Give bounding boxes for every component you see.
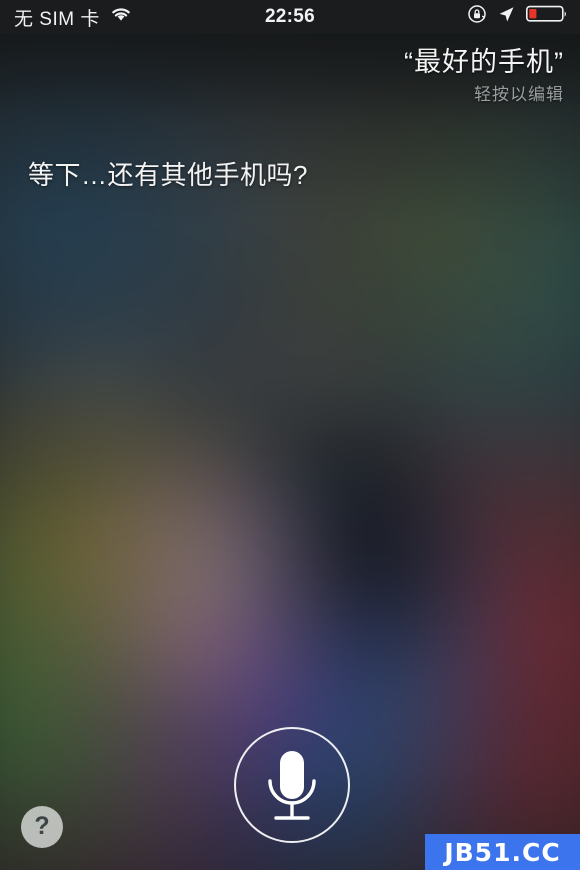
microphone-icon — [268, 751, 316, 820]
location-arrow-icon — [497, 5, 516, 30]
watermark-text: JB51.CC — [444, 837, 561, 867]
siri-edit-hint[interactable]: 轻按以编辑 — [404, 84, 564, 106]
siri-response-text: 等下…还有其他手机吗? — [28, 160, 308, 190]
watermark-badge: JB51.CC — [425, 834, 580, 870]
siri-query-text[interactable]: “最好的手机” — [404, 46, 564, 78]
status-bar: 无 SIM 卡 22:56 — [0, 0, 580, 34]
mic-button[interactable] — [234, 727, 350, 843]
status-bar-right — [467, 4, 568, 30]
rotation-lock-icon — [467, 4, 487, 30]
question-mark-icon: ? — [34, 811, 50, 840]
siri-screen: 无 SIM 卡 22:56 “最好的手机” 轻按以编辑 等下…还有其他手机吗? … — [0, 0, 580, 870]
battery-low-icon — [526, 4, 568, 30]
help-button[interactable]: ? — [21, 806, 63, 848]
siri-query-block[interactable]: “最好的手机” 轻按以编辑 — [404, 46, 564, 106]
